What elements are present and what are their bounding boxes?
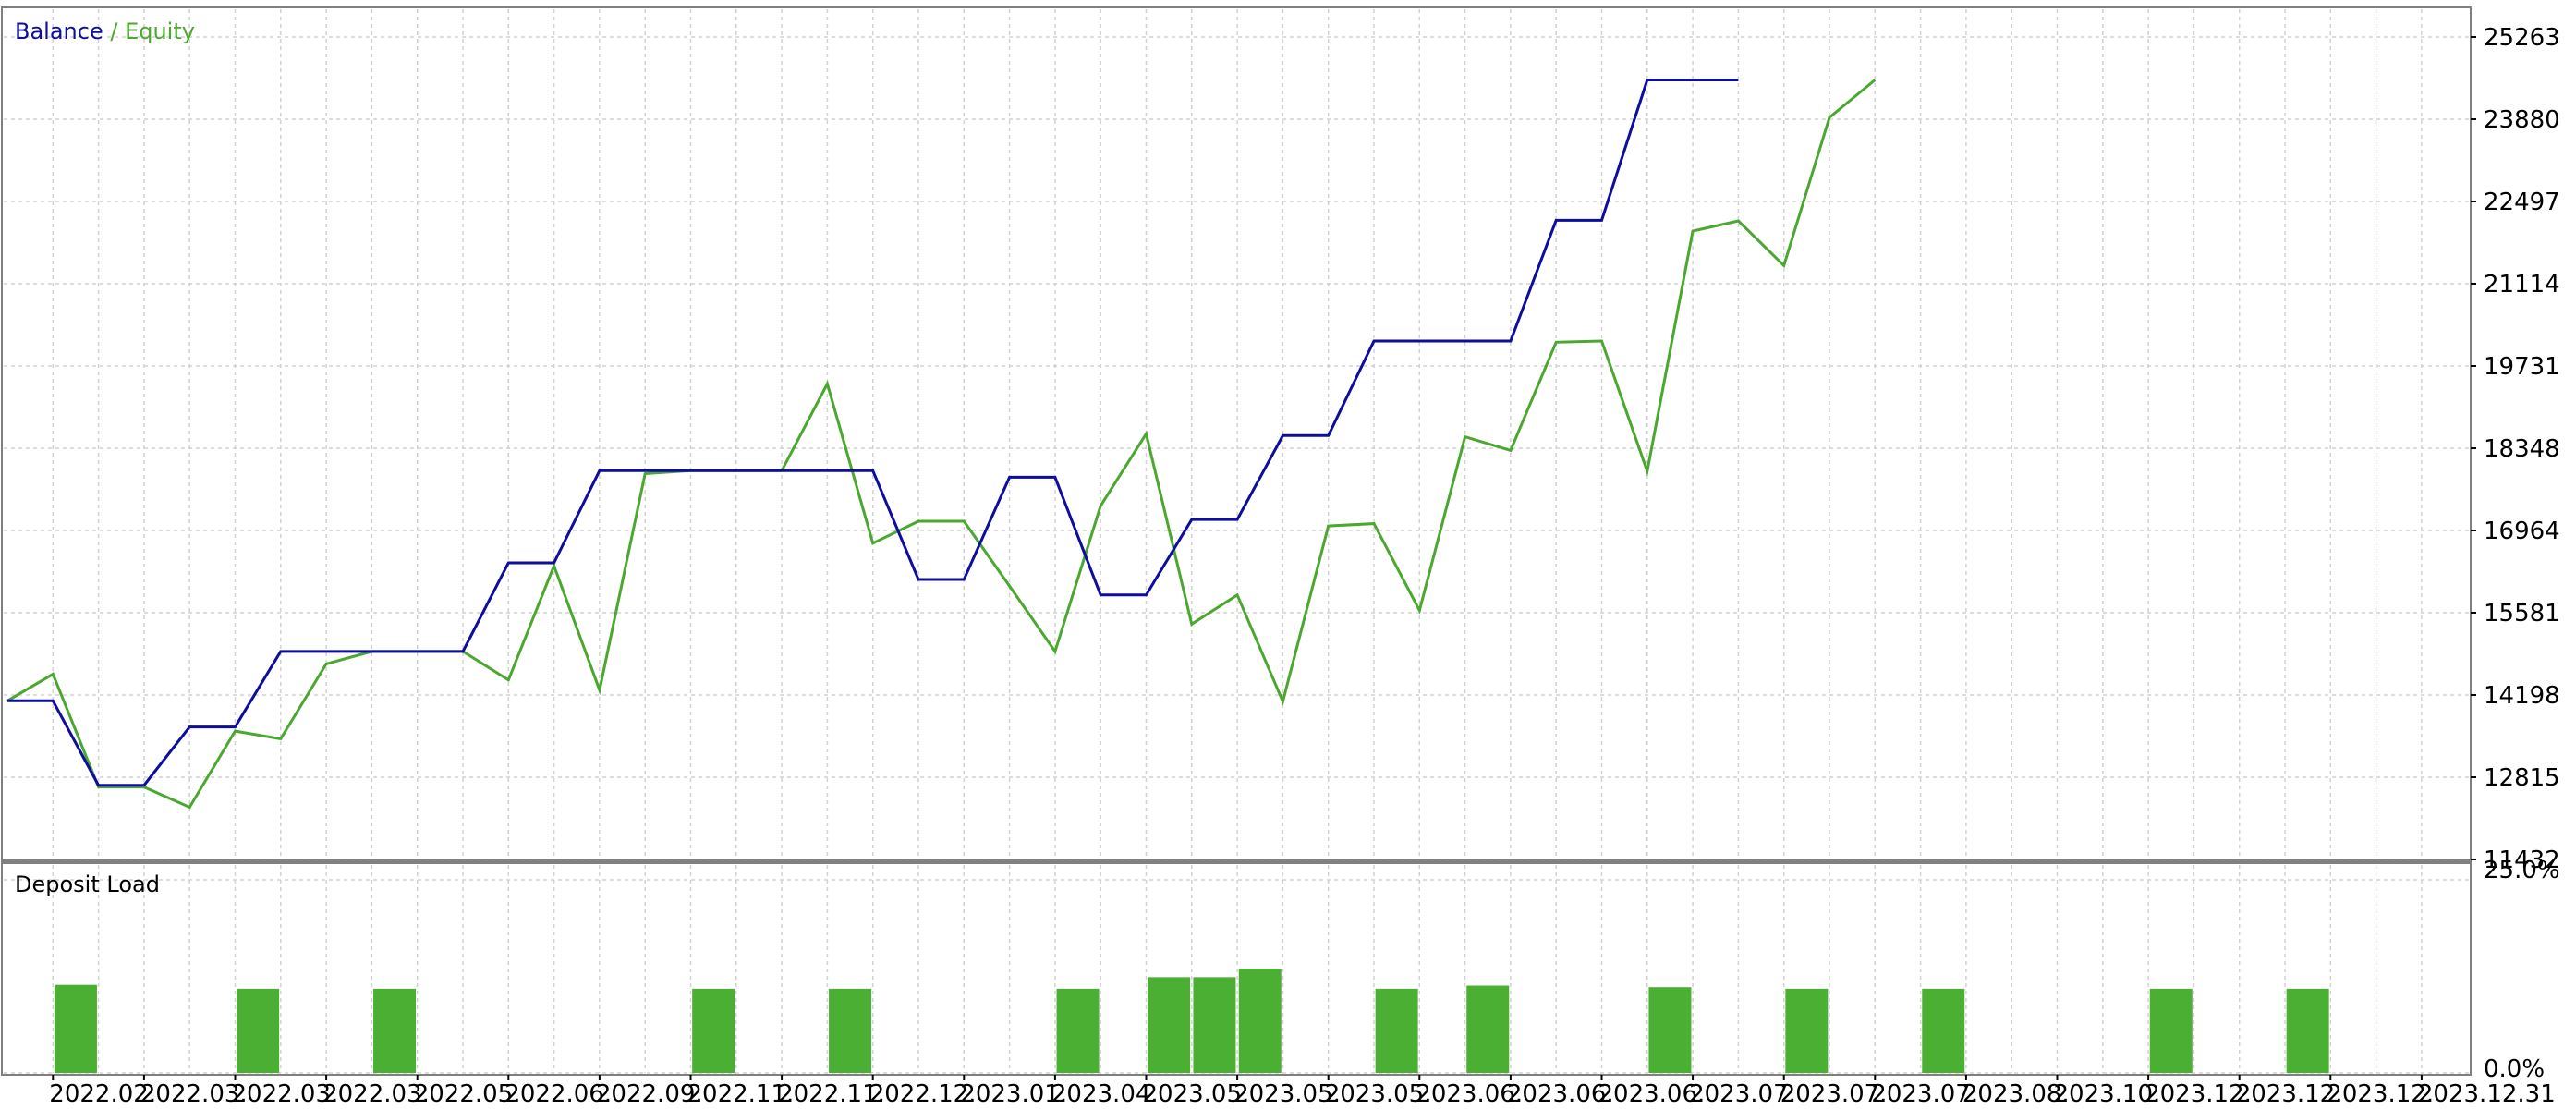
deposit-load-bar [829, 988, 872, 1073]
deposit-load-bar [237, 988, 280, 1073]
deposit-load-bar [1466, 985, 1510, 1073]
y-tick-label: 23880 [2484, 106, 2560, 134]
legend: Balance / Equity [15, 18, 195, 44]
y-tick-label: 25.0% [2484, 857, 2560, 884]
y-tick-label: 0.0% [2484, 1055, 2545, 1083]
deposit-load-bar [1375, 988, 1418, 1073]
deposit-load-bar [373, 988, 417, 1073]
y-tick-label: 21114 [2484, 271, 2560, 299]
deposit-load-bar [692, 988, 735, 1073]
deposit-load-bar [2286, 988, 2329, 1073]
y-tick-label: 15581 [2484, 600, 2560, 628]
deposit-load-bar [2149, 988, 2193, 1073]
legend-separator: / [103, 18, 125, 44]
x-tick-label: 2023.12.31 [2418, 1080, 2556, 1108]
chart-canvas: 25263 23880 22497 21114 19731 18348 16964 15581… [0, 0, 2576, 1109]
y-tick-label: 16964 [2484, 518, 2560, 545]
legend-equity: Equity [125, 18, 195, 44]
deposit-load-bar [1648, 987, 1692, 1073]
deposit-load-bar [1148, 977, 1191, 1073]
y-tick-label: 22497 [2484, 189, 2560, 216]
deposit-load-bar [54, 984, 97, 1073]
deposit-load-bar [1193, 977, 1236, 1073]
chart-background [0, 0, 2576, 1109]
deposit-load-bar [1238, 969, 1282, 1073]
deposit-load-bar [1056, 988, 1100, 1073]
deposit-load-title: Deposit Load [15, 871, 160, 897]
x-axis-ticks: 2022.02.2022.03.2022.03.2022.03.2022.05.… [49, 1075, 2556, 1108]
y-tick-label: 14198 [2484, 682, 2560, 710]
deposit-load-bar [1785, 988, 1829, 1073]
y-tick-label: 25263 [2484, 24, 2560, 52]
y-tick-label: 19731 [2484, 353, 2560, 381]
y-tick-label: 18348 [2484, 435, 2560, 463]
deposit-load-bar [1922, 988, 1965, 1073]
legend-balance: Balance [15, 18, 103, 44]
y-tick-label: 12815 [2484, 764, 2560, 792]
